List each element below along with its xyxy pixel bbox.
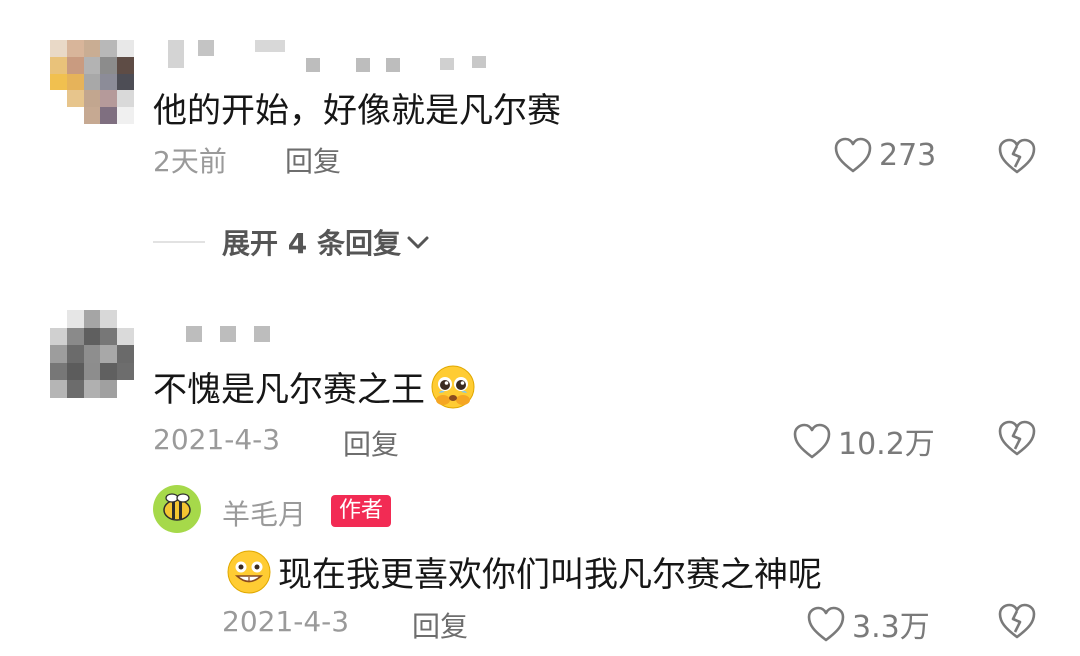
heart-outline-icon: [793, 423, 831, 459]
like-button[interactable]: 273: [833, 136, 936, 174]
broken-heart-icon[interactable]: [996, 137, 1038, 175]
reply-time: 2021-4-3: [222, 605, 350, 638]
avatar[interactable]: [50, 310, 134, 398]
pleading-face-emoji: [431, 365, 475, 408]
reply-button[interactable]: 回复: [285, 140, 341, 180]
like-button[interactable]: 10.2万: [792, 419, 935, 463]
comment-text: 不愧是凡尔赛之王: [153, 370, 425, 410]
like-count: 10.2万: [838, 427, 935, 462]
avatar[interactable]: [50, 40, 134, 124]
author-badge: 作者: [331, 495, 392, 527]
reply-body: 现在我更喜欢你们叫我凡尔赛之神呢: [226, 547, 822, 596]
divider: [153, 241, 205, 243]
reply-button[interactable]: 回复: [343, 423, 399, 463]
heart-outline-icon: [834, 137, 872, 173]
author-name[interactable]: 羊毛月: [222, 493, 306, 533]
expand-replies-label: 展开 4 条回复: [222, 227, 401, 260]
comment-text: 他的开始，好像就是凡尔赛: [153, 91, 561, 131]
like-button[interactable]: 3.3万: [806, 602, 930, 646]
reply-text: 现在我更喜欢你们叫我凡尔赛之神呢: [278, 555, 822, 595]
broken-heart-icon[interactable]: [996, 602, 1038, 640]
author-avatar[interactable]: [152, 484, 202, 534]
comment-time: 2021-4-3: [153, 423, 281, 456]
like-count: 273: [879, 137, 937, 173]
grinning-face-emoji: [227, 550, 271, 593]
heart-outline-icon: [807, 606, 845, 642]
broken-heart-icon[interactable]: [996, 419, 1038, 457]
expand-replies-button[interactable]: 展开 4 条回复: [222, 222, 431, 262]
comment-body: 不愧是凡尔赛之王: [153, 362, 477, 411]
like-count: 3.3万: [852, 610, 930, 645]
comment-time: 2天前: [153, 145, 227, 178]
reply-button[interactable]: 回复: [412, 605, 468, 645]
chevron-down-icon: [407, 236, 429, 249]
